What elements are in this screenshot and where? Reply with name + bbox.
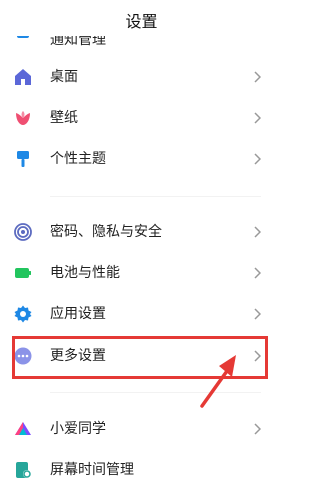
settings-item-label: 电池与性能 [50, 265, 120, 281]
settings-item-label: 桌面 [50, 69, 78, 85]
settings-item-label: 个性主题 [50, 151, 106, 167]
battery-icon [13, 263, 33, 283]
chevron-right-icon [254, 71, 261, 83]
settings-item-wallpaper[interactable]: 壁纸 [0, 98, 283, 138]
highlight-box [12, 336, 268, 379]
settings-list: 通知管理 桌面 壁纸 个性主题 密码、隐私与安全 电池与性能 应用设置 更多设置… [0, 0, 283, 497]
chevron-right-icon [254, 153, 261, 165]
assistant-icon [13, 419, 33, 439]
settings-item-themes[interactable]: 个性主题 [0, 139, 283, 179]
settings-item-screen-time[interactable]: 屏幕时间管理 [0, 450, 283, 490]
section-divider [50, 392, 261, 393]
fingerprint-icon [13, 222, 33, 242]
chevron-right-icon [254, 267, 261, 279]
chevron-right-icon [254, 423, 261, 435]
settings-item-label: 密码、隐私与安全 [50, 224, 162, 240]
settings-item-label: 屏幕时间管理 [50, 462, 134, 478]
settings-item-battery[interactable]: 电池与性能 [0, 253, 283, 293]
settings-item-privacy-security[interactable]: 密码、隐私与安全 [0, 212, 283, 252]
page-title: 设置 [125, 12, 158, 31]
settings-item-label: 壁纸 [50, 110, 78, 126]
settings-item-app-settings[interactable]: 应用设置 [0, 294, 283, 334]
chevron-right-icon [254, 308, 261, 320]
tulip-icon [13, 108, 33, 128]
chevron-right-icon [254, 112, 261, 124]
settings-item-xiaoai[interactable]: 小爱同学 [0, 409, 283, 449]
section-divider [50, 196, 261, 197]
settings-item-label: 小爱同学 [50, 421, 106, 437]
gear-icon [13, 304, 33, 324]
settings-item-label: 应用设置 [50, 306, 106, 322]
settings-item-home-screen[interactable]: 桌面 [0, 57, 283, 97]
chevron-right-icon [254, 226, 261, 238]
home-icon [13, 67, 33, 87]
screen-time-icon [13, 460, 33, 480]
top-bar: 设置 [0, 0, 283, 36]
paintbrush-icon [13, 149, 33, 169]
